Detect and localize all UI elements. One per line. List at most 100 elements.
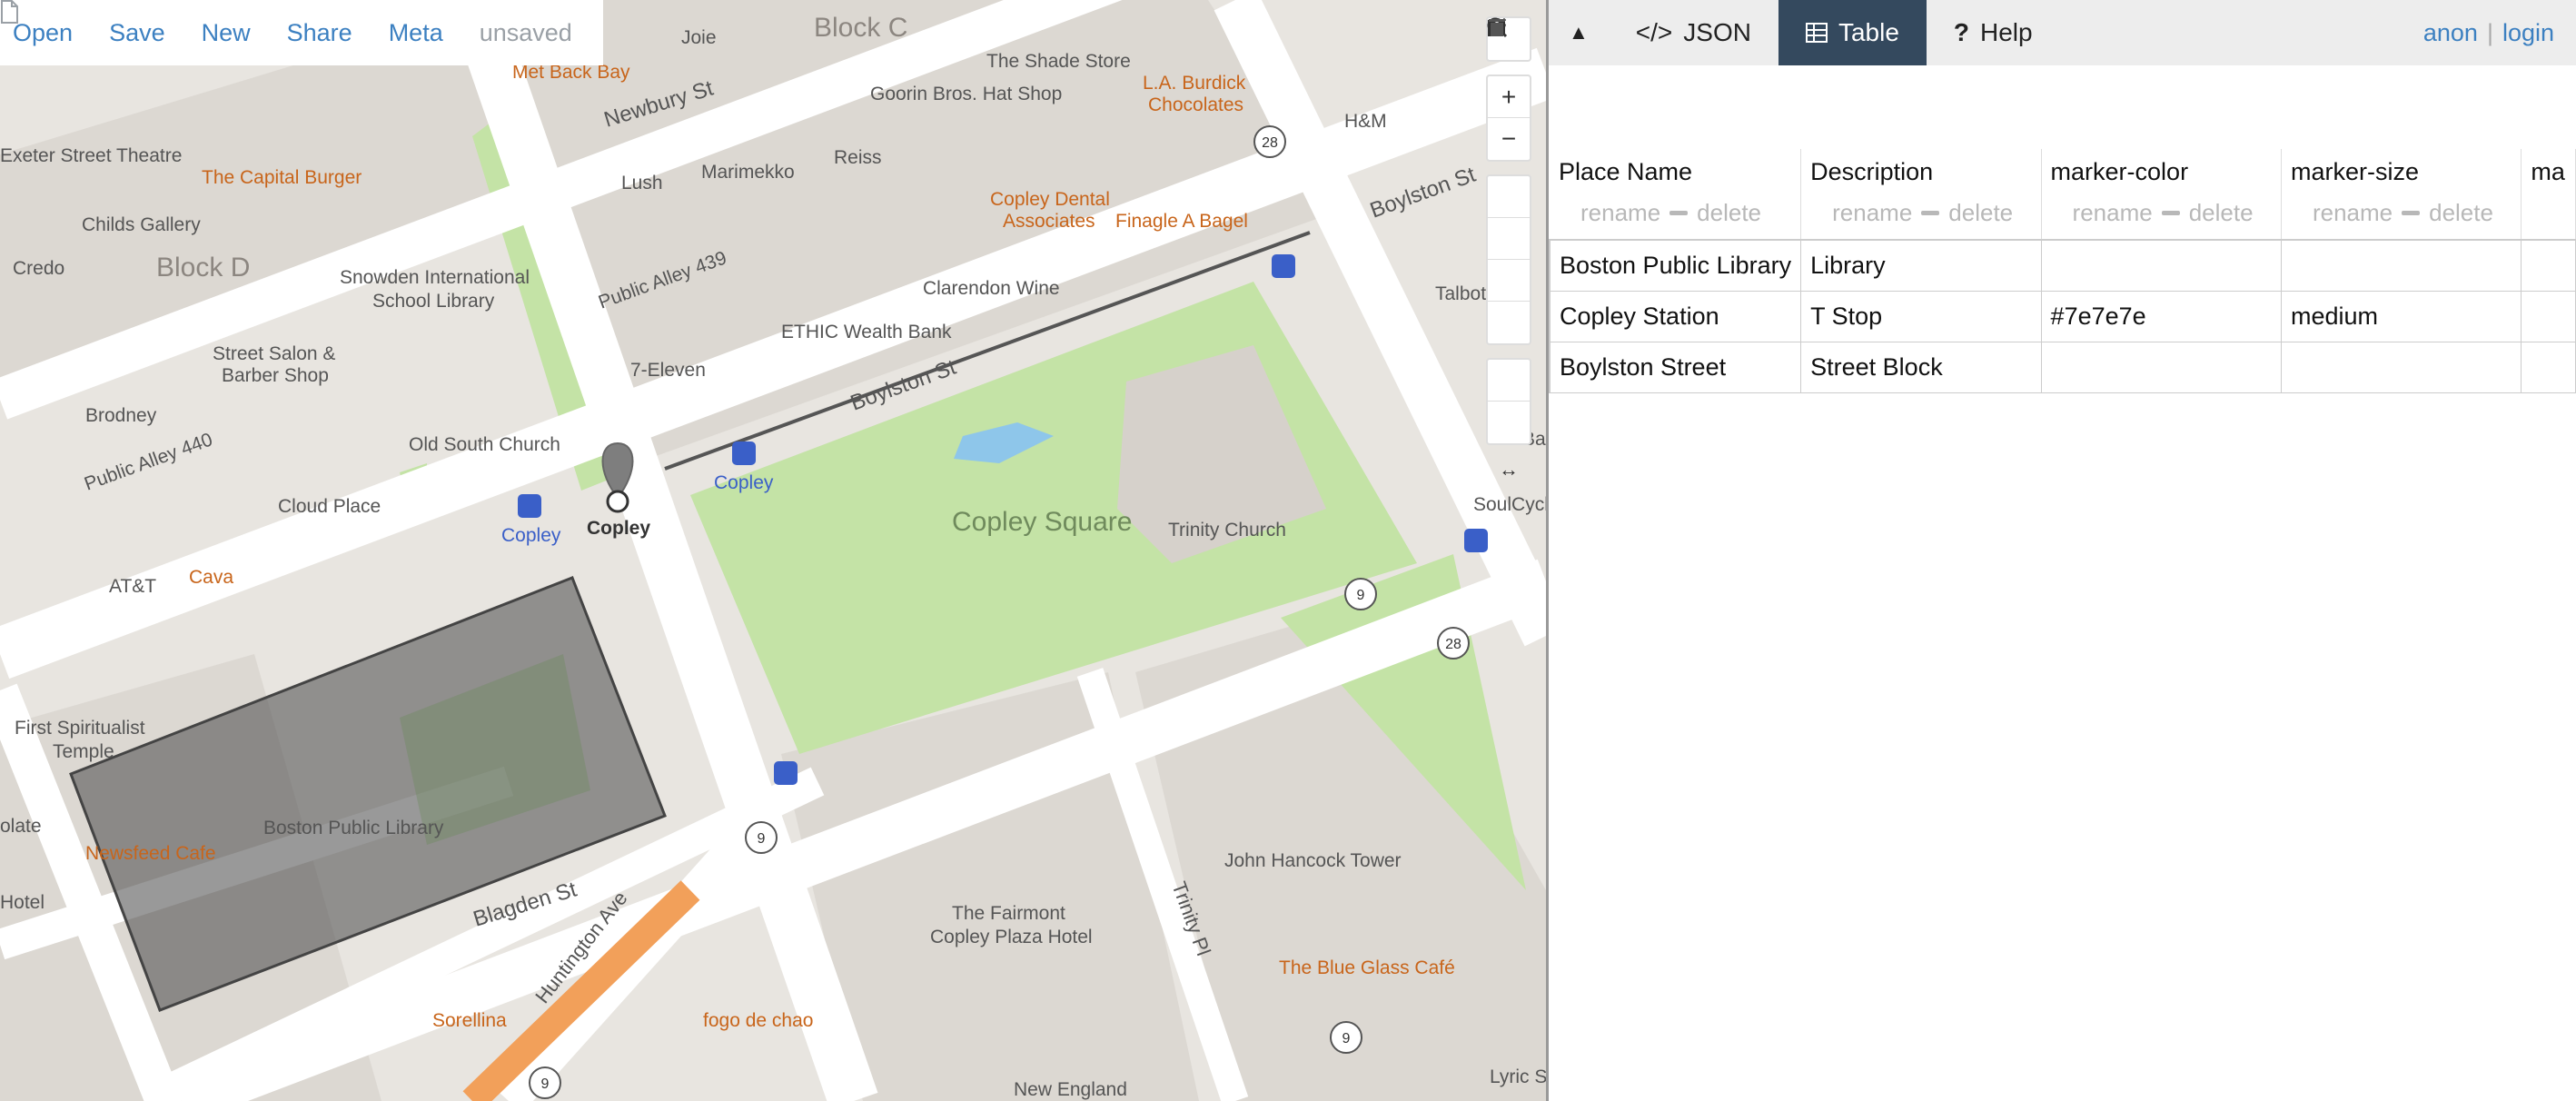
zoom-out-button[interactable]: − — [1488, 118, 1530, 160]
copley-station-marker[interactable] — [601, 441, 634, 513]
label-blue-glass: The Blue Glass Café — [1279, 957, 1455, 978]
label-credo: Credo — [13, 258, 64, 279]
tab-help[interactable]: ? Help — [1927, 0, 2060, 65]
label-talbots: Talbot — [1435, 283, 1486, 304]
column-header: Description rename delete — [1800, 149, 2042, 241]
table-cell[interactable]: Street Block — [1800, 341, 2042, 393]
table-cell[interactable] — [2040, 341, 2282, 393]
label-old-south: Old South Church — [409, 434, 560, 455]
table-cell[interactable] — [2280, 341, 2522, 393]
draw-line-button[interactable] — [1487, 17, 1530, 218]
separator-dash — [2402, 211, 2421, 215]
draw-marker-button[interactable] — [1488, 18, 1530, 343]
tab-table-label: Table — [1838, 18, 1899, 46]
question-icon: ? — [1953, 18, 1969, 46]
minus-icon: − — [1501, 124, 1517, 153]
label-lyric: Lyric S — [1490, 1066, 1546, 1087]
delete-column-button[interactable]: delete — [2429, 199, 2493, 227]
auth-links: anon | login — [2423, 0, 2554, 65]
label-snowden-1: Snowden International — [340, 267, 530, 288]
label-john-hancock: John Hancock Tower — [1224, 850, 1402, 871]
table-cell[interactable]: medium — [2280, 290, 2522, 342]
file-status-text: unsaved — [479, 18, 572, 46]
label-cava: Cava — [189, 567, 233, 588]
column-header: marker-color rename delete — [2041, 149, 2282, 241]
table-cell[interactable]: T Stop — [1800, 290, 2042, 342]
open-menu[interactable]: Open — [13, 19, 73, 47]
table-cell[interactable]: Boylston Street — [1549, 341, 1802, 393]
new-menu[interactable]: New — [202, 19, 251, 47]
label-street-salon-2: Barber Shop — [222, 365, 329, 386]
label-seven-eleven: 7-Eleven — [630, 360, 706, 381]
column-name: Place Name — [1559, 158, 1693, 185]
auth-separator: | — [2486, 18, 2493, 46]
route-9-d: 9 — [541, 1076, 550, 1092]
label-copley-dental-1: Copley Dental — [990, 189, 1110, 210]
rename-column-button[interactable]: rename — [2073, 199, 2153, 227]
column-name: ma — [2531, 158, 2565, 185]
login-link[interactable]: login — [2502, 19, 2554, 47]
column-name: marker-color — [2050, 158, 2189, 185]
table-icon — [1805, 23, 1828, 43]
rename-column-button[interactable]: rename — [1832, 199, 1912, 227]
label-hm: H&M — [1344, 111, 1387, 132]
anon-link[interactable]: anon — [2423, 19, 2478, 47]
delete-column-button[interactable]: delete — [2189, 199, 2254, 227]
tab-json[interactable]: </> JSON — [1609, 0, 1778, 65]
label-trinity-church: Trinity Church — [1168, 520, 1286, 541]
table-cell[interactable] — [2280, 239, 2522, 292]
table-cell[interactable] — [2521, 239, 2576, 292]
label-exeter-theatre: Exeter Street Theatre — [0, 145, 182, 166]
resize-handle[interactable]: ↔ — [1486, 458, 1531, 481]
table-cell[interactable]: Boston Public Library — [1549, 239, 1802, 292]
label-burdick-1: L.A. Burdick — [1143, 73, 1246, 94]
table-cell[interactable]: #7e7e7e — [2040, 290, 2282, 342]
share-menu[interactable]: Share — [287, 19, 352, 47]
draw-polygon-button[interactable] — [1488, 18, 1530, 260]
label-soulcycle: SoulCycl — [1473, 494, 1546, 515]
save-menu[interactable]: Save — [109, 19, 165, 47]
edit-layers-button[interactable] — [1488, 17, 1530, 402]
label-childs-gallery: Childs Gallery — [82, 214, 201, 235]
side-panel: ▲ </> JSON Table ? Help anon | login Pla… — [1546, 0, 2576, 1101]
label-fogo: fogo de chao — [703, 1010, 813, 1031]
map-canvas[interactable]: Block C Block D Copley Square Trinity Ch… — [0, 0, 1546, 1101]
tab-table[interactable]: Table — [1778, 0, 1927, 65]
column-header: marker-size rename delete — [2281, 149, 2522, 241]
collapse-button[interactable]: ▲ — [1549, 0, 1609, 65]
table-cell[interactable]: Library — [1800, 239, 2042, 292]
label-goorin: Goorin Bros. Hat Shop — [870, 84, 1062, 104]
column-name: marker-size — [2290, 158, 2419, 185]
label-reiss: Reiss — [834, 147, 882, 168]
plus-icon: + — [1501, 82, 1517, 111]
route-9-c: 9 — [1342, 1031, 1351, 1046]
label-capital-burger: The Capital Burger — [202, 167, 362, 188]
label-copley-dental-2: Associates — [1003, 211, 1095, 232]
label-new-england: New England — [1014, 1079, 1127, 1100]
file-icon — [1, 0, 18, 24]
code-icon: </> — [1635, 18, 1673, 46]
delete-column-button[interactable]: delete — [1697, 199, 1761, 227]
label-fairmont: The Fairmont — [952, 903, 1065, 924]
zoom-in-button[interactable]: + — [1488, 76, 1530, 118]
file-menu-bar: Open Save New Share Meta unsaved — [0, 0, 603, 65]
table-cell[interactable] — [2040, 239, 2282, 292]
label-olate: olate — [0, 816, 42, 837]
delete-layers-button[interactable] — [1488, 19, 1530, 443]
table-cell[interactable] — [2521, 341, 2576, 393]
draw-rectangle-button[interactable] — [1488, 19, 1530, 302]
table-cell[interactable] — [2521, 290, 2576, 342]
label-snowden-2: School Library — [372, 291, 495, 312]
route-9-a: 9 — [1357, 588, 1365, 603]
map-view[interactable]: Block C Block D Copley Square Trinity Ch… — [0, 0, 1546, 1101]
tab-help-label: Help — [1980, 18, 2033, 46]
delete-column-button[interactable]: delete — [1948, 199, 2013, 227]
rename-column-button[interactable]: rename — [1580, 199, 1660, 227]
rename-column-button[interactable]: rename — [2313, 199, 2393, 227]
label-copley-square: Copley Square — [952, 507, 1132, 537]
meta-menu[interactable]: Meta — [389, 19, 443, 47]
table-cell[interactable]: Copley Station — [1549, 290, 1802, 342]
separator-dash — [2161, 211, 2180, 215]
route-28-a: 28 — [1262, 135, 1278, 151]
label-shade-store: The Shade Store — [986, 51, 1131, 72]
